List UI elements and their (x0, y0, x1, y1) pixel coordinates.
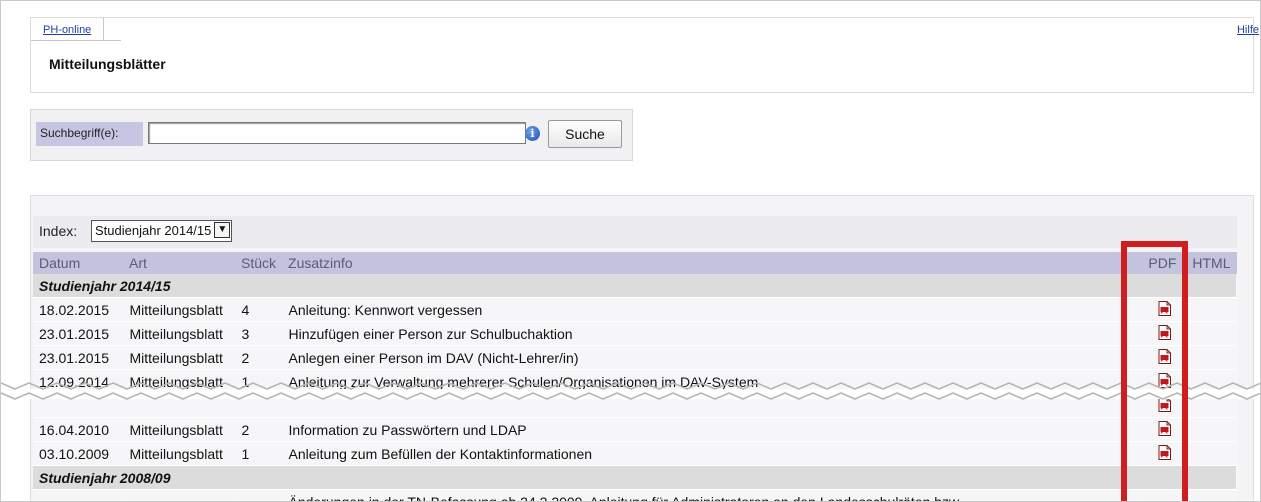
cell-html (1186, 489, 1238, 501)
window-frame: PH-online Hilfe Mitteilungsblätter Suchb… (0, 0, 1261, 502)
table-row[interactable]: 18.02.2015 Mitteilungsblatt 4 Anleitung: Ke… (33, 297, 1238, 322)
group-title: Studienjahr 2008/09 (33, 465, 1237, 490)
cell-stueck: 4 (235, 297, 283, 322)
cell-art: Mitteilungsblatt (123, 345, 236, 370)
cell-zusatzinfo: Anleitung zum Befüllen der Kontaktinform… (282, 441, 1143, 466)
tab-ph-online[interactable]: PH-online (31, 18, 105, 40)
search-button[interactable]: Suche (548, 120, 622, 148)
cell-art: Mitteilungsblatt (123, 321, 236, 346)
cell-stueck: 2 (235, 345, 283, 370)
cell-datum: 03.10.2009 (33, 441, 124, 466)
col-zusatzinfo[interactable]: Zusatzinfo (282, 252, 1143, 274)
header-panel: PH-online Hilfe Mitteilungsblätter (30, 17, 1259, 93)
table-row[interactable]: 23.01.2015 Mitteilungsblatt 3 Hinzufügen ei… (33, 321, 1238, 346)
cell-zusatzinfo: Änderungen in der TN-Befassung ab 24.2.2… (282, 489, 1143, 501)
col-html: HTML (1186, 252, 1237, 274)
cell-art: Mitteilungsblatt (123, 441, 236, 466)
cell-art (123, 489, 236, 501)
group-row: Studienjahr 2008/09 (33, 465, 1237, 490)
cell-zusatzinfo: Information zu Passwörtern und LDAP (282, 417, 1143, 442)
cell-datum: 23.01.2015 (33, 321, 124, 346)
tab-divider (31, 40, 121, 41)
cell-html (1186, 441, 1238, 466)
table-header-row: Datum Art Stück Zusatzinfo PDF HTML (33, 252, 1237, 274)
group-title: Studienjahr 2014/15 (33, 274, 1237, 298)
cell-html (1186, 297, 1238, 322)
index-row: Index: Studienjahr 2014/15 ▼ (33, 216, 1237, 248)
table-row[interactable]: 16.04.2010 Mitteilungsblatt 2 Information z… (33, 417, 1238, 442)
cell-html (1186, 345, 1238, 370)
cell-stueck (235, 489, 283, 501)
bulletin-list-panel: Index: Studienjahr 2014/15 ▼ Datum Art S… (30, 195, 1254, 501)
page-title: Mitteilungsblätter (49, 56, 166, 72)
cell-zusatzinfo: Anleitung: Kennwort vergessen (282, 297, 1143, 322)
search-input[interactable] (148, 122, 526, 144)
cell-datum: 18.02.2015 (33, 297, 124, 322)
index-label: Index: (39, 223, 78, 239)
cell-stueck: 2 (235, 417, 283, 442)
col-art[interactable]: Art (123, 252, 235, 274)
search-label: Suchbegriff(e): (36, 122, 143, 146)
cell-zusatzinfo: Anlegen einer Person im DAV (Nicht-Lehre… (282, 345, 1143, 370)
cell-stueck: 3 (235, 321, 283, 346)
cell-art: Mitteilungsblatt (123, 417, 236, 442)
search-panel: Suchbegriff(e): i Suche (30, 109, 633, 161)
cell-datum (33, 489, 124, 501)
group-row: Studienjahr 2014/15 (33, 274, 1237, 298)
info-icon[interactable]: i (525, 126, 540, 141)
pdf-column-highlight (1121, 241, 1188, 501)
index-select[interactable]: Studienjahr 2014/15 ▼ (91, 220, 233, 242)
help-link[interactable]: Hilfe (1237, 24, 1259, 36)
cell-art: Mitteilungsblatt (123, 297, 236, 322)
table-row[interactable]: 23.01.2015 Mitteilungsblatt 2 Anlegen einer… (33, 345, 1238, 370)
table-row[interactable]: Änderungen in der TN-Befassung ab 24.2.2… (33, 489, 1238, 501)
chevron-down-icon[interactable]: ▼ (214, 222, 231, 238)
cell-html (1186, 417, 1238, 442)
col-datum[interactable]: Datum (33, 252, 123, 274)
cell-zusatzinfo: Hinzufügen einer Person zur Schulbuchakt… (282, 321, 1143, 346)
index-select-value: Studienjahr 2014/15 (95, 223, 212, 238)
col-stueck[interactable]: Stück (235, 252, 283, 274)
table-row[interactable]: 03.10.2009 Mitteilungsblatt 1 Anleitung zum… (33, 441, 1238, 466)
cell-html (1186, 321, 1238, 346)
cut-marker (1, 382, 1260, 400)
cell-stueck: 1 (235, 441, 283, 466)
cell-datum: 16.04.2010 (33, 417, 124, 442)
cell-datum: 23.01.2015 (33, 345, 124, 370)
